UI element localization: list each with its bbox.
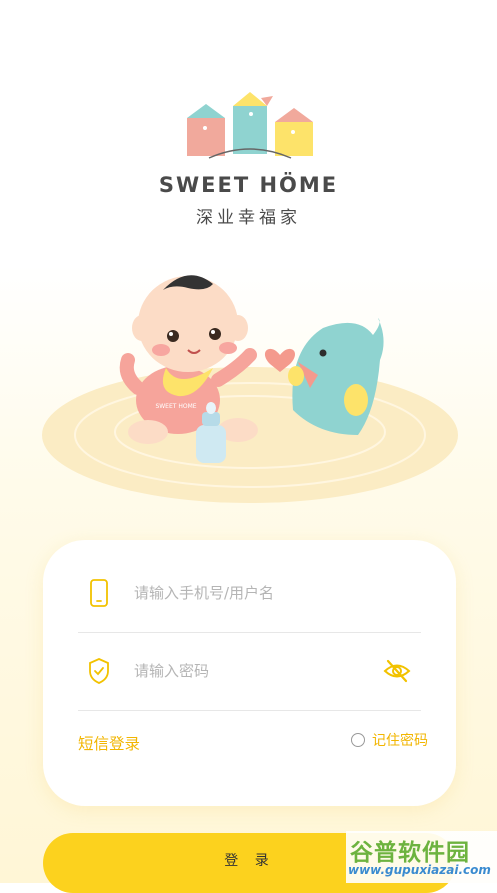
password-field[interactable]: 请输入密码 <box>78 632 421 711</box>
login-button-label: 登 录 <box>224 853 275 869</box>
bib-text: SWEET HOME <box>155 403 196 410</box>
phone-icon <box>90 579 108 607</box>
watermark-cn: 谷普软件园 <box>350 840 470 866</box>
houses-logo-icon <box>186 92 313 159</box>
watermark-url: www.gupuxiazai.com <box>348 863 491 877</box>
password-input-placeholder[interactable]: 请输入密码 <box>134 660 209 681</box>
phone-input-placeholder[interactable]: 请输入手机号/用户名 <box>134 582 274 603</box>
watermark: 谷普软件园 www.gupuxiazai.com <box>346 831 497 883</box>
remember-password-label: 记住密码 <box>372 733 428 749</box>
brand-name-cn: 深业幸福家 <box>196 208 301 228</box>
brand-logo <box>0 88 497 163</box>
shield-check-icon <box>89 658 109 684</box>
remember-radio-icon[interactable] <box>351 733 365 747</box>
remember-password-toggle[interactable]: 记住密码 <box>351 730 428 750</box>
baby-bird-illustration: SWEET HOME <box>42 275 458 503</box>
eye-hidden-icon[interactable] <box>383 658 411 684</box>
login-card: 请输入手机号/用户名 请输入密码 短信登录 记住密码 <box>43 540 456 806</box>
phone-field[interactable]: 请输入手机号/用户名 <box>78 554 421 633</box>
brand-name-en: SWEET HÖME <box>158 173 339 197</box>
sms-login-link[interactable]: 短信登录 <box>78 732 140 754</box>
